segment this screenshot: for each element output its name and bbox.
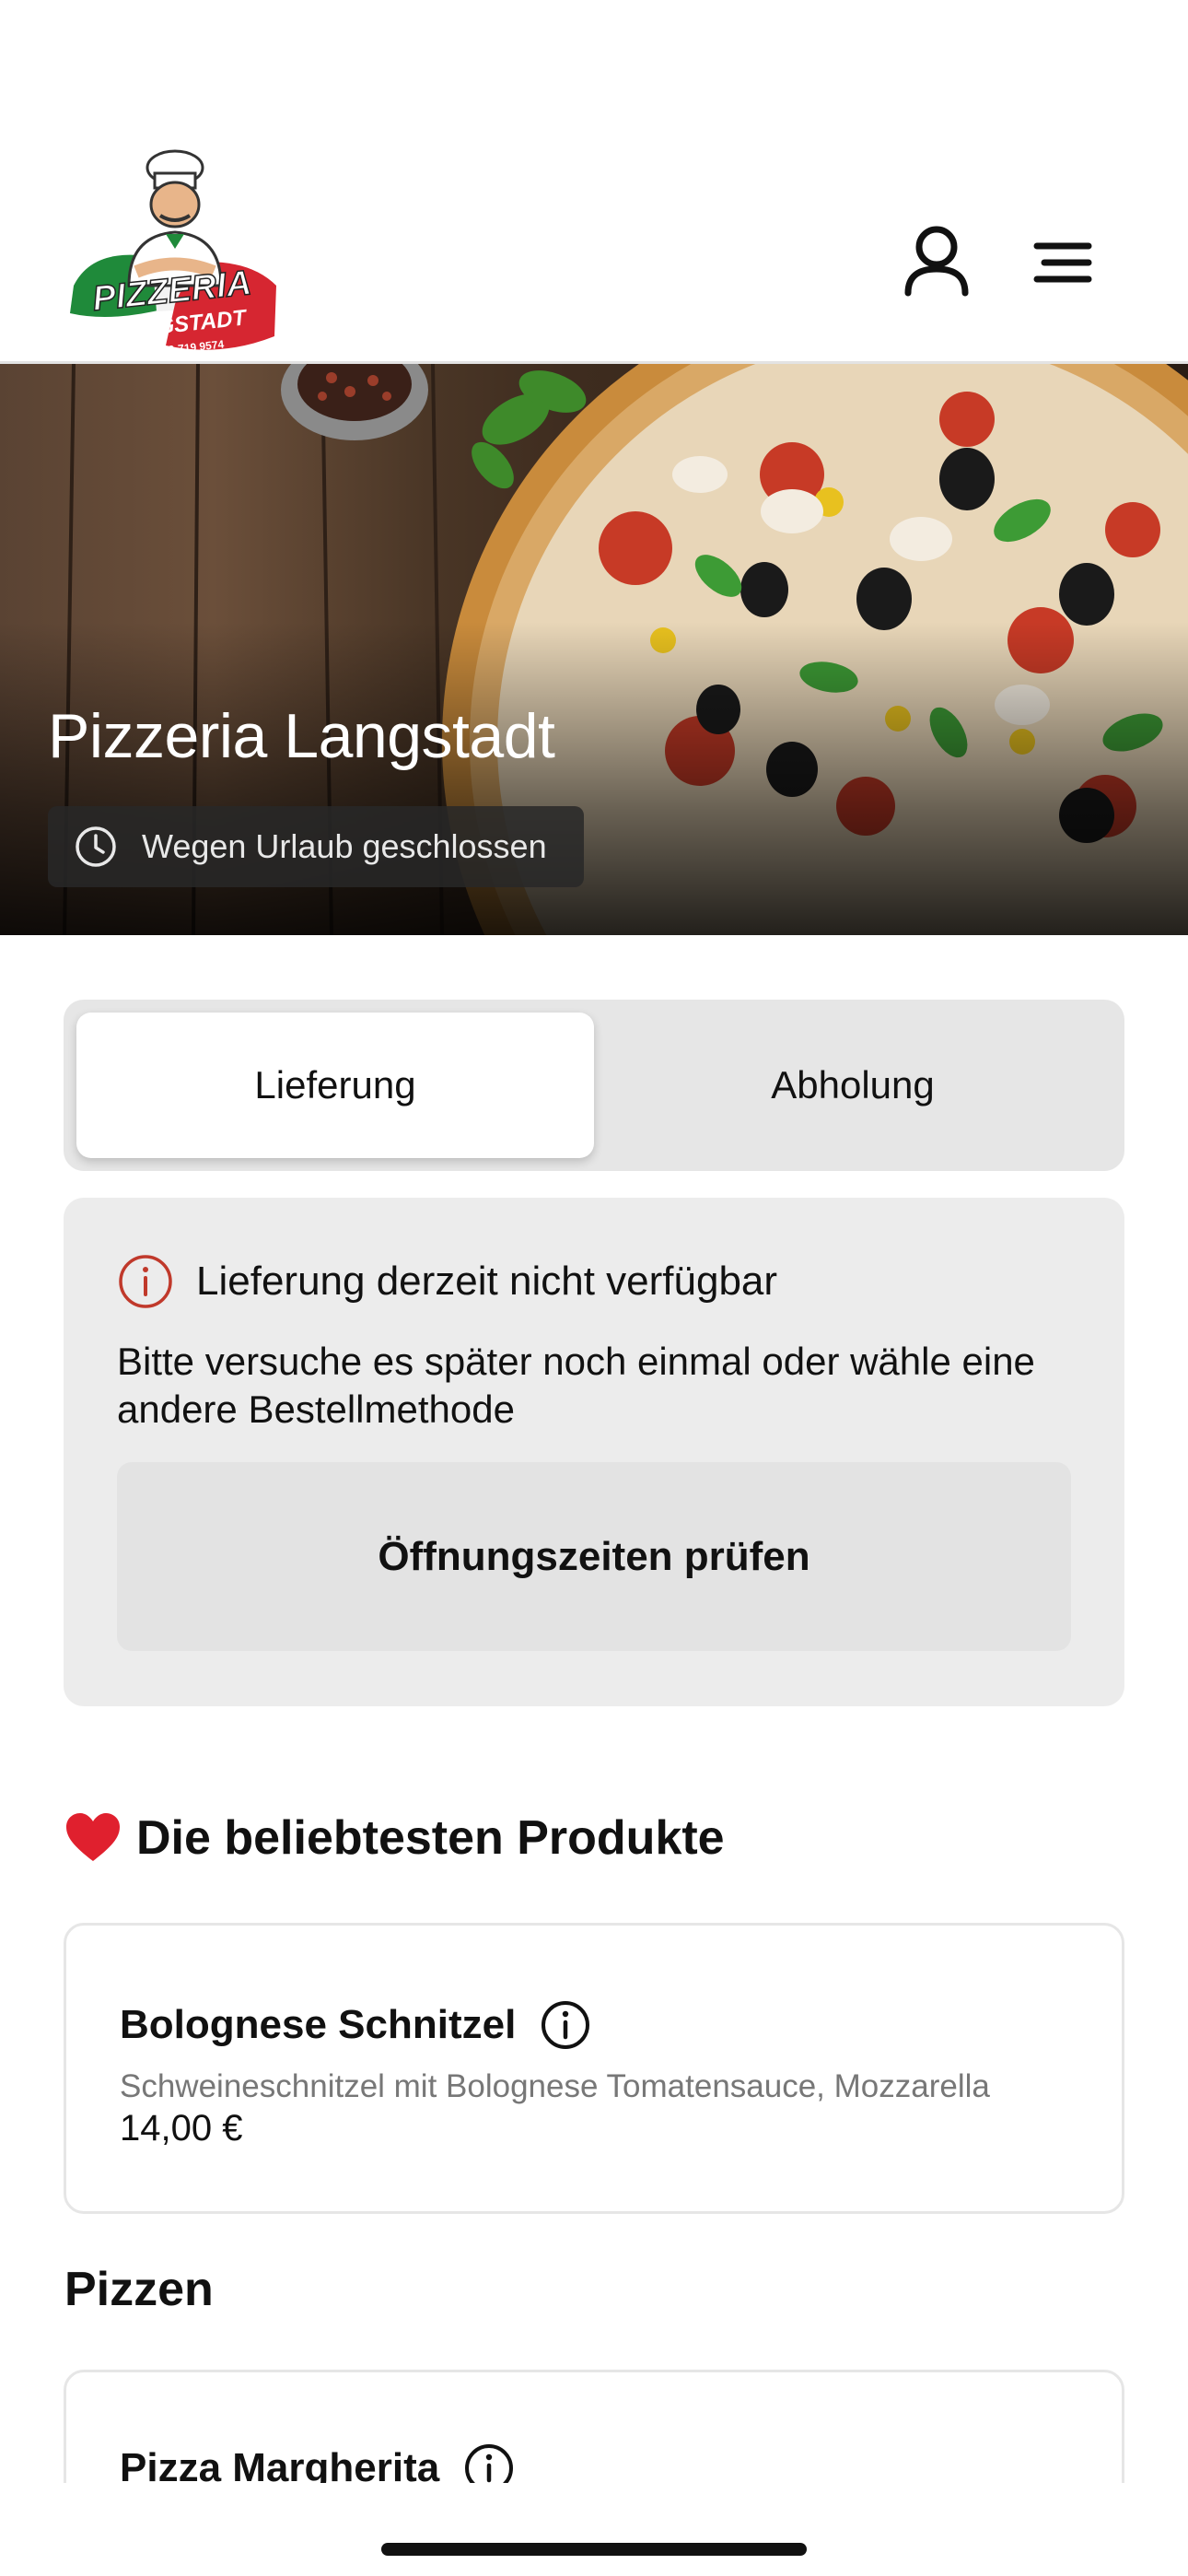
tab-delivery[interactable]: Lieferung [76, 1013, 594, 1158]
order-mode-toggle: Lieferung Abholung [64, 1000, 1124, 1171]
restaurant-name: Pizzeria Langstadt [48, 701, 555, 771]
status-text: Wegen Urlaub geschlossen [142, 827, 547, 865]
product-card[interactable]: Bolognese Schnitzel Schweineschnitzel mi… [64, 1923, 1124, 2214]
alert-circle-icon [119, 1255, 172, 1308]
check-opening-hours-button[interactable]: Öffnungszeiten prüfen [117, 1462, 1071, 1651]
app-header: PIZZERIA LANGSTADT 06073-719 9574 [0, 0, 1188, 364]
hero-banner: Pizzeria Langstadt Wegen Urlaub geschlos… [0, 364, 1188, 935]
clock-icon [76, 826, 116, 867]
popular-section-title: Die beliebtesten Produkte [64, 1810, 725, 1866]
tab-pickup[interactable]: Abholung [594, 1013, 1112, 1158]
notice-title: Lieferung derzeit nicht verfügbar [196, 1259, 778, 1304]
notice-header: Lieferung derzeit nicht verfügbar [117, 1253, 777, 1310]
delivery-unavailable-notice: Lieferung derzeit nicht verfügbar Bitte … [64, 1198, 1124, 1706]
notice-text: Bitte versuche es später noch einmal ode… [117, 1340, 1035, 1431]
user-icon[interactable] [895, 221, 978, 304]
product-description: Schweineschnitzel mit Bolognese Tomatens… [120, 2068, 990, 2104]
product-name-row: Bolognese Schnitzel [120, 1999, 591, 2051]
pizzeria-logo[interactable]: PIZZERIA LANGSTADT 06073-719 9574 [64, 147, 285, 373]
category-title-pizzen: Pizzen [64, 2263, 214, 2316]
bottom-safe-area [0, 2483, 1188, 2576]
hero-gradient [0, 622, 1188, 935]
home-indicator[interactable] [381, 2543, 807, 2556]
heart-icon [66, 1813, 120, 1861]
product-name: Bolognese Schnitzel [120, 2002, 517, 2047]
popular-title-text: Die beliebtesten Produkte [136, 1811, 725, 1865]
info-icon[interactable] [540, 1999, 591, 2051]
menu-icon[interactable] [1020, 221, 1103, 304]
status-badge: Wegen Urlaub geschlossen [48, 806, 584, 887]
product-price: 14,00 € [120, 2108, 243, 2149]
